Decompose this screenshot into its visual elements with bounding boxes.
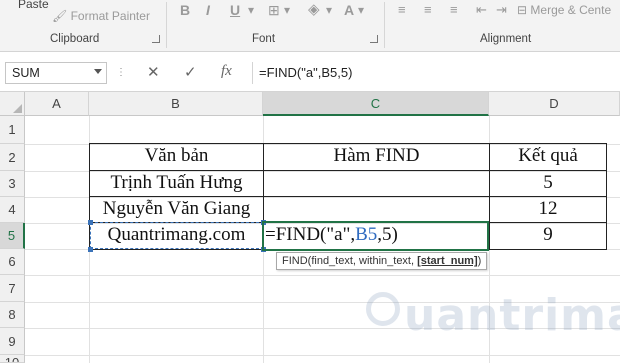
column-header-a[interactable]: A — [25, 92, 89, 116]
function-tooltip[interactable]: FIND(find_text, within_text, [start_num]… — [276, 252, 488, 270]
fill-dropdown-icon[interactable]: ▾ — [326, 3, 332, 17]
row-header-7[interactable]: 7 — [0, 275, 25, 302]
row-header-2[interactable]: 2 — [0, 144, 25, 171]
table-border — [89, 170, 607, 171]
table-border — [89, 143, 607, 144]
increase-indent-icon[interactable]: ⇥ — [496, 2, 507, 18]
gridline — [25, 275, 620, 276]
row-header-10[interactable]: 10 — [0, 355, 25, 363]
reference-highlight-b5 — [90, 222, 264, 249]
watermark: uantrimang — [404, 290, 620, 341]
row-header-6[interactable]: 6 — [0, 249, 25, 275]
underline-button[interactable]: U — [230, 2, 240, 18]
bold-button[interactable]: B — [180, 2, 190, 18]
insert-function-icon[interactable]: fx — [221, 63, 232, 80]
format-painter-button[interactable]: 🖌 Format Painter — [52, 9, 150, 23]
ref-handle[interactable] — [88, 247, 93, 252]
table-border — [89, 196, 607, 197]
row-header-1[interactable]: 1 — [0, 116, 25, 144]
borders-dropdown-icon[interactable]: ▾ — [284, 3, 290, 17]
formula-bar-grip-icon[interactable]: ⋮ — [116, 67, 126, 78]
formula-input[interactable]: =FIND("a",B5,5) — [252, 62, 620, 84]
row-header-3[interactable]: 3 — [0, 171, 25, 197]
ribbon-separator — [166, 2, 167, 48]
paste-button[interactable]: Paste — [18, 0, 49, 11]
clipboard-group-label: Clipboard — [50, 33, 100, 45]
font-color-button[interactable]: A — [344, 2, 354, 18]
ref-handle[interactable] — [88, 220, 93, 225]
cell-d4[interactable]: 12 — [490, 198, 606, 220]
row-header-4[interactable]: 4 — [0, 197, 25, 223]
tooltip-current-arg: [start_num] — [417, 255, 478, 267]
name-box[interactable]: SUM — [5, 62, 107, 84]
row-header-5[interactable]: 5 — [0, 223, 25, 249]
underline-dropdown-icon[interactable]: ▾ — [248, 3, 254, 17]
cancel-icon[interactable]: ✕ — [147, 63, 160, 81]
name-box-dropdown-icon[interactable] — [94, 69, 102, 74]
decrease-indent-icon[interactable]: ⇤ — [476, 2, 487, 18]
tooltip-close: ) — [477, 255, 482, 267]
cell-b2[interactable]: Văn bản — [90, 145, 263, 167]
borders-icon[interactable]: ⊞ — [268, 2, 280, 19]
row-header-9[interactable]: 9 — [0, 328, 25, 355]
ribbon-separator — [384, 2, 385, 48]
align-right-icon[interactable]: ≡ — [450, 2, 458, 17]
enter-icon[interactable]: ✓ — [184, 63, 197, 81]
gridline — [25, 355, 620, 356]
align-left-icon[interactable]: ≡ — [398, 2, 406, 17]
active-cell-c5 — [262, 221, 489, 251]
column-header-b[interactable]: B — [89, 92, 263, 116]
alignment-group-label: Alignment — [480, 33, 532, 45]
cell-c2[interactable]: Hàm FIND — [264, 145, 489, 167]
merge-center-button[interactable]: ⊟ Merge & Cente — [517, 3, 611, 17]
formula-bar: SUM ⋮ ✕ ✓ fx =FIND("a",B5,5) — [0, 52, 620, 92]
cell-b3[interactable]: Trịnh Tuấn Hưng — [90, 172, 263, 194]
align-center-icon[interactable]: ≡ — [424, 2, 432, 17]
ribbon: Paste 🖌 Format Painter B I U ▾ ⊞ ▾ ◈ ▾ A… — [0, 0, 620, 52]
column-header-c[interactable]: C — [263, 92, 489, 116]
select-all-corner[interactable] — [0, 92, 25, 116]
cell-d3[interactable]: 5 — [490, 172, 606, 194]
name-box-value: SUM — [12, 66, 40, 80]
italic-button[interactable]: I — [206, 2, 210, 18]
watermark-logo-icon — [366, 292, 400, 326]
merge-center-label: Merge & Cente — [530, 3, 612, 17]
format-painter-icon: 🖌 — [52, 9, 68, 23]
cell-b4[interactable]: Nguyễn Văn Giang — [90, 198, 263, 220]
tooltip-signature: FIND(find_text, within_text, — [282, 255, 418, 267]
column-header-d[interactable]: D — [489, 92, 620, 116]
font-group-label: Font — [252, 33, 276, 45]
select-all-icon — [13, 104, 22, 113]
font-color-dropdown-icon[interactable]: ▾ — [358, 3, 364, 17]
cell-d5[interactable]: 9 — [490, 224, 606, 246]
fill-color-icon[interactable]: ◈ — [308, 0, 320, 18]
clipboard-launcher-icon[interactable] — [152, 35, 160, 43]
cell-d2[interactable]: Kết quả — [490, 145, 606, 167]
merge-icon: ⊟ — [517, 3, 528, 17]
row-header-8[interactable]: 8 — [0, 302, 25, 328]
table-border — [606, 143, 607, 250]
font-launcher-icon[interactable] — [370, 35, 378, 43]
format-painter-label: Format Painter — [70, 9, 150, 23]
formula-text: =FIND("a",B5,5) — [259, 65, 353, 80]
